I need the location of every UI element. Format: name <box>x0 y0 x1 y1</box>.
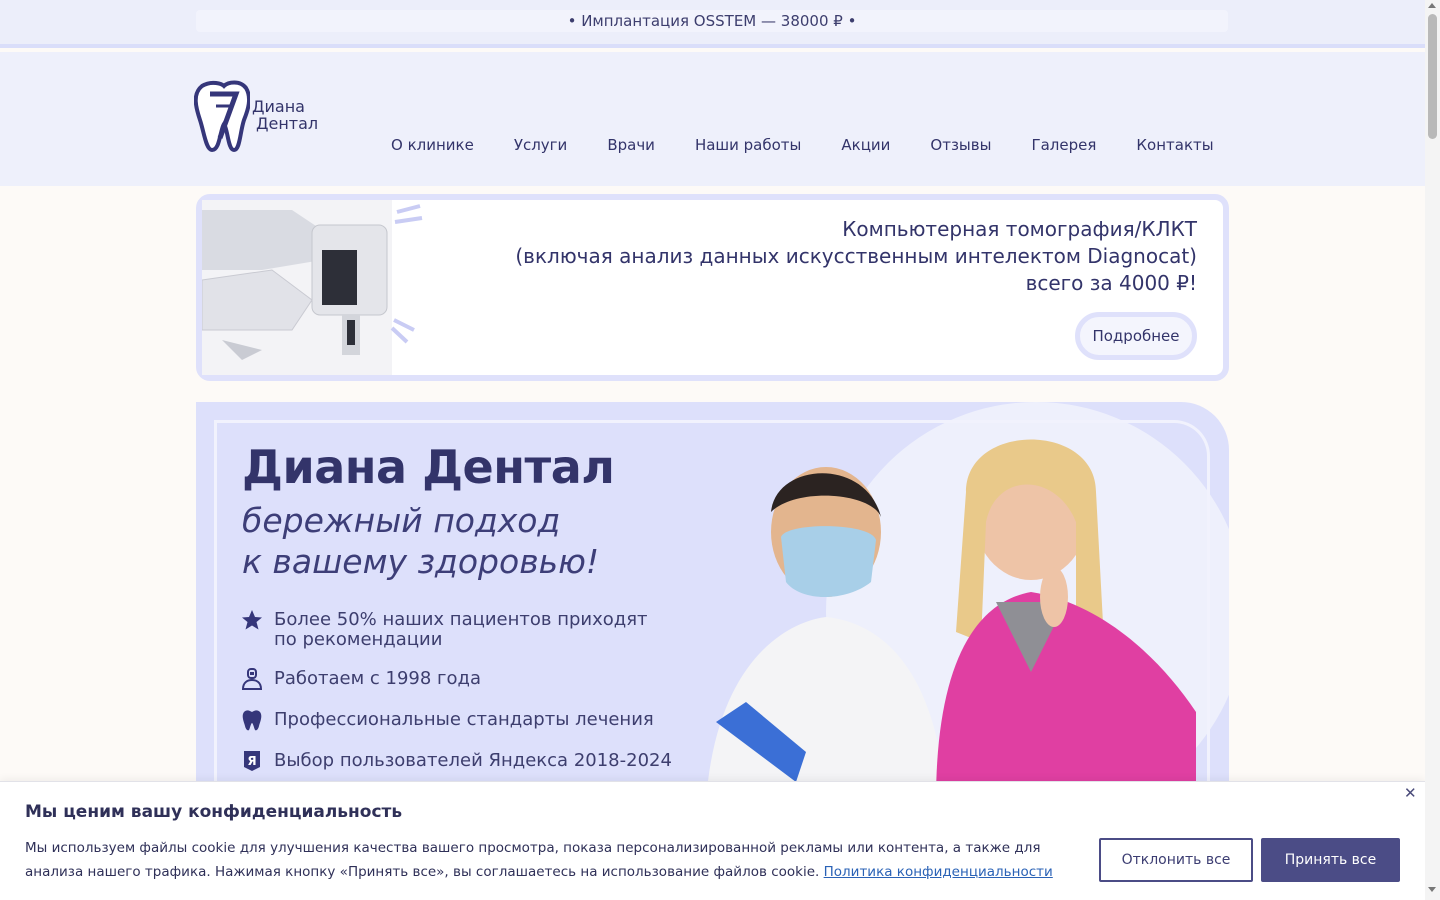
promo-line-3: всего за 4000 ₽! <box>1025 271 1197 295</box>
nav-item-services[interactable]: Услуги <box>514 136 567 154</box>
feature-item: Я Выбор пользователей Яндекса 2018-2024 <box>240 751 672 773</box>
star-icon <box>242 610 262 630</box>
nav-item-promotions[interactable]: Акции <box>841 136 890 154</box>
yandex-icon: Я <box>244 751 260 771</box>
hero-subtitle-line-2: к вашему здоровью! <box>242 542 600 581</box>
feature-text: Работаем с 1998 года <box>274 668 481 689</box>
promo-line-1: Компьютерная томография/КЛКТ <box>842 217 1197 241</box>
scroll-down-arrow-icon[interactable] <box>1428 887 1436 892</box>
svg-text:Я: Я <box>247 754 256 768</box>
scrollbar-thumb[interactable] <box>1428 14 1437 139</box>
privacy-policy-link[interactable]: Политика конфиденциальности <box>824 864 1053 880</box>
cookie-title: Мы ценим вашу конфиденциальность <box>25 802 403 822</box>
feature-item: Профессиональные стандарты лечения <box>240 710 672 732</box>
hero-subtitle: бережный подход к вашему здоровью! <box>242 500 599 582</box>
nav-item-contacts[interactable]: Контакты <box>1136 136 1213 154</box>
main-nav: О клинике Услуги Врачи Наши работы Акции… <box>391 136 1254 154</box>
hero-subtitle-line-1: бережный подход <box>242 501 561 540</box>
feature-text: Профессиональные стандарты лечения <box>274 709 654 730</box>
logo-line-2: Дентал <box>256 114 319 133</box>
nav-item-doctors[interactable]: Врачи <box>607 136 655 154</box>
top-ticker-bar: • Имплантация OSSTEM — 38000 ₽ • <box>0 0 1425 48</box>
logo-text: Диана Дентал <box>252 98 318 132</box>
page-scrollbar[interactable] <box>1425 0 1440 900</box>
nav-item-gallery[interactable]: Галерея <box>1031 136 1096 154</box>
nav-item-reviews[interactable]: Отзывы <box>930 136 991 154</box>
feature-text: Выбор пользователей Яндекса 2018-2024 <box>274 750 672 771</box>
hero-section: Диана Дентал бережный подход к вашему зд… <box>196 402 1229 802</box>
tooth-logo-icon <box>193 80 252 153</box>
hero-title: Диана Дентал <box>242 440 615 494</box>
promo-text: Компьютерная томография/КЛКТ (включая ан… <box>515 216 1197 297</box>
close-icon[interactable]: ✕ <box>1404 784 1417 802</box>
nav-item-works[interactable]: Наши работы <box>695 136 801 154</box>
feature-text: Более 50% наших пациентов приходят по ре… <box>274 609 648 650</box>
ct-promo-banner: Компьютерная томография/КЛКТ (включая ан… <box>196 194 1229 381</box>
cookie-consent-banner: ✕ Мы ценим вашу конфиденциальность Мы ис… <box>0 781 1425 900</box>
promo-line-2: (включая анализ данных искусственным инт… <box>515 244 1197 268</box>
site-header: Диана Дентал О клинике Услуги Врачи Наши… <box>0 52 1425 186</box>
doctors-photo <box>706 439 1196 802</box>
doctor-icon <box>241 668 263 690</box>
clinic-logo[interactable]: Диана Дентал <box>193 80 324 154</box>
decline-all-button[interactable]: Отклонить все <box>1099 838 1253 882</box>
cookie-text: Мы используем файлы cookie для улучшения… <box>25 836 1085 884</box>
scroll-up-arrow-icon[interactable] <box>1428 3 1436 8</box>
feature-item: Более 50% наших пациентов приходят по ре… <box>240 610 672 650</box>
ticker-text[interactable]: • Имплантация OSSTEM — 38000 ₽ • <box>196 10 1228 32</box>
tooth-icon <box>242 710 262 731</box>
accept-all-button[interactable]: Принять все <box>1261 838 1400 882</box>
ct-scanner-image <box>202 200 423 375</box>
nav-item-about[interactable]: О клинике <box>391 136 474 154</box>
feature-item: Работаем с 1998 года <box>240 668 672 691</box>
promo-details-button[interactable]: Подробнее <box>1075 312 1197 360</box>
logo-line-1: Диана <box>252 97 305 116</box>
features-list: Более 50% наших пациентов приходят по ре… <box>240 610 672 792</box>
